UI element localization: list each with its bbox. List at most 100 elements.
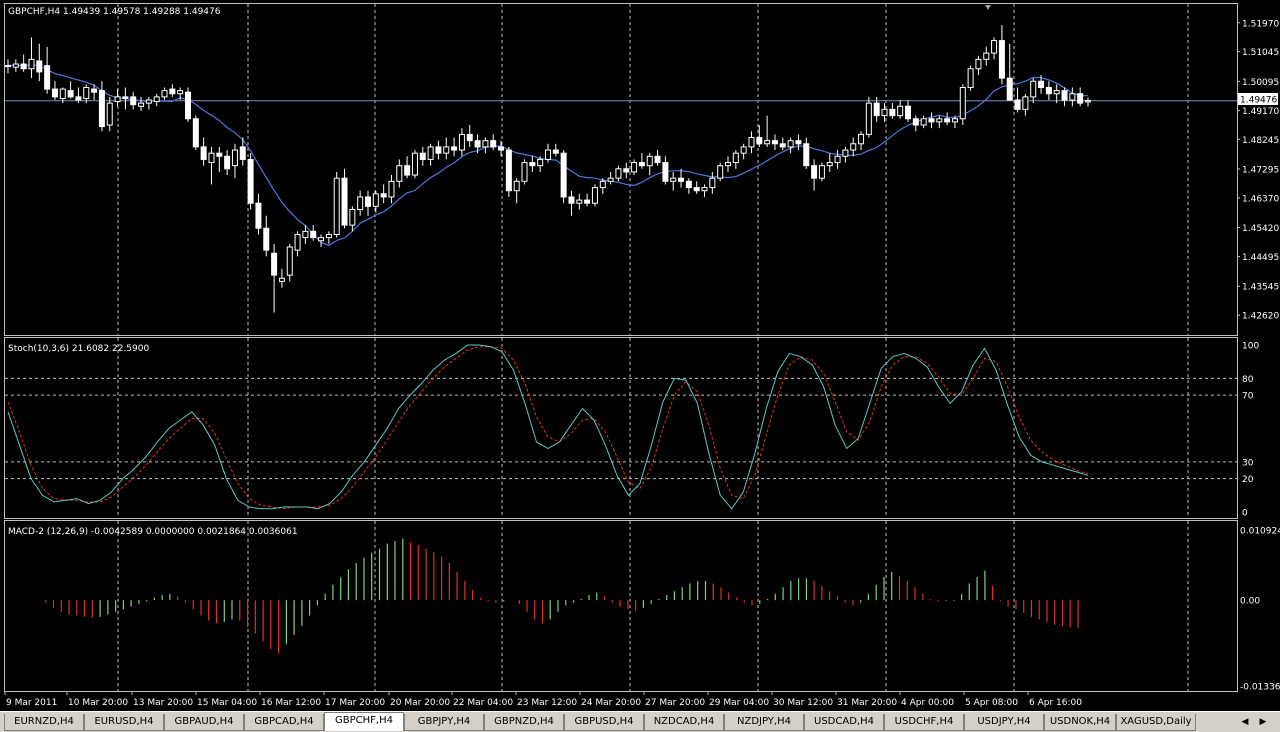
candles bbox=[5, 24, 1091, 313]
candle bbox=[748, 131, 755, 154]
stoch-header: Stoch(10,3,6) 21.6082 22.5900 bbox=[8, 344, 149, 354]
candle bbox=[983, 46, 990, 66]
candle bbox=[560, 150, 567, 204]
price-tick-label: 1.48245 bbox=[1242, 136, 1279, 146]
symbol-tab-usdjpy-h4[interactable]: USDJPY,H4 bbox=[964, 714, 1044, 731]
candle bbox=[764, 115, 771, 147]
candle bbox=[654, 150, 661, 166]
symbol-tab-nzdjpy-h4[interactable]: NZDJPY,H4 bbox=[724, 714, 804, 731]
candle bbox=[1061, 87, 1068, 107]
candle bbox=[693, 181, 700, 194]
stoch-tick-label: 70 bbox=[1242, 392, 1254, 402]
shift-marker-icon[interactable] bbox=[985, 5, 991, 10]
candle bbox=[1022, 93, 1029, 116]
candle bbox=[795, 134, 802, 151]
candle bbox=[638, 153, 645, 169]
candle bbox=[889, 103, 896, 119]
candle bbox=[67, 81, 74, 99]
candle bbox=[286, 243, 293, 282]
candle bbox=[834, 150, 841, 169]
candle bbox=[779, 137, 786, 151]
candle bbox=[349, 206, 356, 232]
candle bbox=[905, 100, 911, 122]
macd-tick-label: 0.010924 bbox=[1240, 527, 1280, 537]
symbol-tab-gbpusd-h4[interactable]: GBPUSD,H4 bbox=[564, 714, 644, 731]
candle bbox=[44, 46, 51, 94]
time-tick-label: 17 Mar 20:00 bbox=[325, 698, 385, 708]
symbol-tab-xagusd-daily[interactable]: XAGUSD,Daily bbox=[1116, 714, 1196, 731]
candle bbox=[5, 59, 11, 74]
candle bbox=[341, 168, 348, 229]
stoch-tick-label: 30 bbox=[1242, 458, 1254, 468]
candle bbox=[936, 115, 943, 129]
symbol-tab-gbpjpy-h4[interactable]: GBPJPY,H4 bbox=[404, 714, 484, 731]
candle bbox=[920, 115, 927, 129]
time-tick-label: 27 Mar 20:00 bbox=[645, 698, 705, 708]
candle bbox=[842, 146, 849, 163]
time-tick-label: 23 Mar 12:00 bbox=[517, 698, 577, 708]
candle bbox=[145, 96, 152, 110]
candle bbox=[388, 175, 395, 204]
symbol-tab-usdnok-h4[interactable]: USDNOK,H4 bbox=[1044, 714, 1116, 731]
candle bbox=[529, 156, 536, 172]
symbol-tab-eurnzd-h4[interactable]: EURNZD,H4 bbox=[4, 714, 84, 731]
candle bbox=[153, 93, 160, 107]
candle bbox=[1069, 87, 1076, 107]
time-tick-label: 31 Mar 20:00 bbox=[837, 698, 897, 708]
candle bbox=[216, 146, 223, 172]
candle bbox=[427, 143, 434, 166]
macd-pane[interactable] bbox=[4, 520, 1238, 692]
symbol-tab-usdcad-h4[interactable]: USDCAD,H4 bbox=[804, 714, 884, 731]
triangle-left-icon[interactable]: ◀ bbox=[1238, 715, 1252, 730]
triangle-right-icon[interactable]: ▶ bbox=[1256, 715, 1270, 730]
candle bbox=[678, 168, 685, 188]
candle bbox=[1045, 81, 1052, 101]
price-tick-label: 1.46370 bbox=[1242, 194, 1279, 204]
time-axis: 9 Mar 2011 10 Mar 20:00 13 Mar 20:00 15 Mar… bbox=[4, 691, 1082, 708]
symbol-tab-gbpnzd-h4[interactable]: GBPNZD,H4 bbox=[484, 714, 564, 731]
stoch-pane[interactable] bbox=[4, 337, 1238, 519]
time-tick-label: 9 Mar 2011 bbox=[6, 698, 57, 708]
candle bbox=[122, 87, 129, 110]
candle bbox=[912, 115, 919, 132]
candle bbox=[858, 131, 865, 151]
time-tick-label: 20 Mar 20:00 bbox=[390, 698, 450, 708]
symbol-tab-nzdcad-h4[interactable]: NZDCAD,H4 bbox=[644, 714, 724, 731]
candle bbox=[271, 243, 278, 313]
time-tick-label: 22 Mar 04:00 bbox=[453, 698, 513, 708]
chart-window[interactable]: 1.51970 1.51045 1.50095 1.49170 1.48245 1.472… bbox=[0, 0, 1280, 711]
symbol-tab-gbpcad-h4[interactable]: GBPCAD,H4 bbox=[244, 714, 324, 731]
time-tick-label: 4 Apr 00:00 bbox=[901, 698, 954, 708]
candle bbox=[411, 150, 418, 179]
candle bbox=[325, 231, 332, 244]
candle bbox=[505, 146, 512, 197]
candle bbox=[1006, 43, 1013, 101]
symbol-tab-usdchf-h4[interactable]: USDCHF,H4 bbox=[884, 714, 964, 731]
candle bbox=[231, 143, 238, 179]
candle bbox=[224, 150, 231, 176]
candle bbox=[318, 234, 325, 247]
symbol-tab-gbpchf-h4[interactable]: GBPCHF,H4 bbox=[324, 712, 404, 731]
time-tick-label: 5 Apr 08:00 bbox=[965, 698, 1018, 708]
price-tick-label: 1.47295 bbox=[1242, 165, 1279, 175]
candle bbox=[850, 137, 857, 157]
candle bbox=[28, 37, 35, 79]
candle bbox=[36, 43, 43, 82]
candle bbox=[200, 137, 207, 166]
candle bbox=[20, 54, 27, 72]
candle bbox=[591, 184, 598, 207]
symbol-tab-gbpaud-h4[interactable]: GBPAUD,H4 bbox=[164, 714, 244, 731]
candle bbox=[803, 137, 810, 169]
candle bbox=[545, 143, 551, 163]
candle bbox=[897, 100, 904, 119]
candle bbox=[685, 178, 692, 194]
candle bbox=[443, 137, 450, 160]
price-tick-label: 1.50095 bbox=[1242, 78, 1279, 88]
current-price-label: 1.49476 bbox=[1240, 96, 1277, 106]
stoch-main-line bbox=[7, 344, 1089, 510]
candle bbox=[404, 156, 411, 179]
candle bbox=[365, 190, 371, 216]
candle bbox=[787, 137, 794, 154]
symbol-tab-eurusd-h4[interactable]: EURUSD,H4 bbox=[84, 714, 164, 731]
candle bbox=[967, 65, 974, 91]
